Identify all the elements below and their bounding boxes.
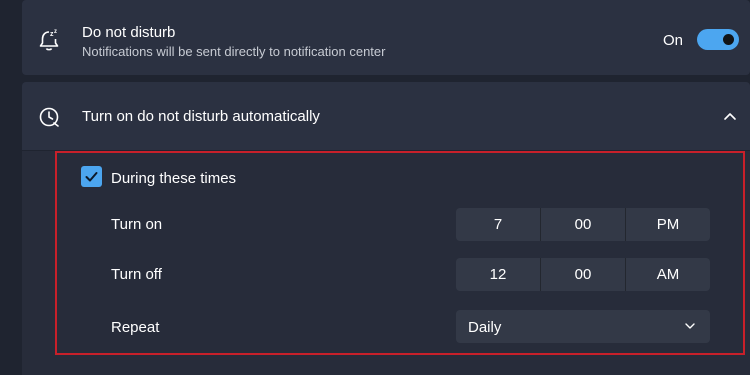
turn-on-period[interactable]: PM [626,208,710,241]
auto-dnd-title: Turn on do not disturb automatically [82,108,320,125]
checkmark-icon [85,172,98,182]
turn-on-hour[interactable]: 7 [456,208,541,241]
chevron-up-icon[interactable] [722,109,738,121]
toggle-state-label: On [663,32,684,49]
dnd-subtitle: Notifications will be sent directly to n… [82,44,386,59]
dnd-toggle[interactable] [697,29,739,50]
turn-off-label: Turn off [111,266,162,283]
turn-on-minute[interactable]: 00 [541,208,626,241]
turn-off-time-picker[interactable]: 12 00 AM [456,258,710,291]
dnd-title: Do not disturb [82,24,176,41]
repeat-label: Repeat [111,319,160,336]
bell-snooze-icon: z z [38,28,60,51]
clock-icon [39,106,61,128]
turn-on-label: Turn on [111,216,163,233]
during-times-checkbox[interactable] [81,166,102,187]
turn-on-time-picker[interactable]: 7 00 PM [456,208,710,241]
svg-text:z: z [54,29,57,35]
turn-off-minute[interactable]: 00 [541,258,626,291]
during-times-label: During these times [111,170,237,187]
repeat-value: Daily [468,319,502,336]
repeat-dropdown[interactable]: Daily [456,310,710,343]
turn-off-period[interactable]: AM [626,258,710,291]
toggle-knob [723,34,734,45]
turn-off-hour[interactable]: 12 [456,258,541,291]
chevron-down-icon [685,323,695,329]
